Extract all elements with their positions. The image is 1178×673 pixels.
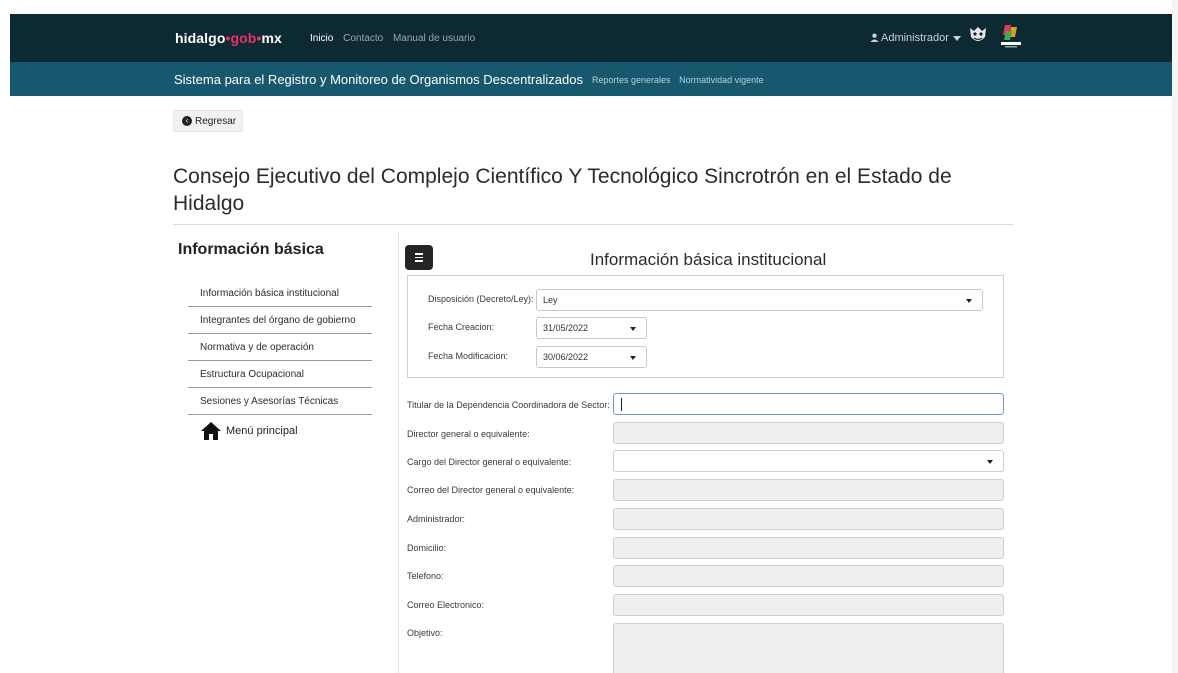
system-links: Reportes generales Normatividad vigente [592, 75, 770, 85]
text-cursor [621, 398, 622, 411]
brand-part-mx: mx [261, 30, 282, 46]
objetivo-textarea[interactable] [613, 623, 1004, 673]
chevron-down-icon [630, 327, 636, 331]
nav-manual[interactable]: Manual de usuario [393, 33, 475, 44]
domicilio-label: Domicilio: [407, 543, 447, 553]
sidebar-item-normativa[interactable]: Normativa y de operación [188, 334, 372, 361]
page-title: Consejo Ejecutivo del Complejo Científic… [173, 165, 952, 215]
correo-input[interactable] [613, 594, 1004, 616]
fecha-creacion-picker[interactable]: 31/05/2022 [536, 317, 647, 339]
hamburger-menu-button[interactable] [405, 245, 433, 270]
nav-inicio[interactable]: Inicio [310, 33, 333, 44]
sidebar-item-informacion-basica[interactable]: Información básica institucional [188, 280, 372, 307]
fecha-creacion-value: 31/05/2022 [543, 323, 589, 333]
hamburger-line [415, 253, 423, 255]
correo-director-input[interactable] [613, 479, 1004, 501]
hamburger-line [415, 256, 423, 259]
top-navbar: hidalgo•gob•mx Inicio Contacto Manual de… [10, 14, 1172, 62]
director-label: Director general o equivalente: [407, 429, 530, 439]
disposicion-select[interactable]: Ley [536, 289, 983, 311]
administrador-label: Administrador: [407, 514, 466, 524]
title-divider [173, 224, 1013, 225]
brand-part-hidalgo: hidalgo [175, 30, 226, 46]
administrador-input[interactable] [613, 508, 1004, 530]
chevron-down-icon [987, 460, 993, 464]
domicilio-input[interactable] [613, 537, 1004, 559]
column-divider [398, 233, 399, 673]
chevron-down-icon [966, 299, 972, 303]
system-bar: Sistema para el Registro y Monitoreo de … [10, 62, 1172, 96]
hidalgo-logo-icon [1001, 25, 1021, 48]
home-menu-link[interactable]: Menú principal [188, 421, 372, 441]
sidebar-item-estructura[interactable]: Estructura Ocupacional [188, 361, 372, 388]
user-icon [870, 33, 879, 42]
user-menu[interactable]: Administrador [870, 32, 961, 44]
disposicion-label: Disposición (Decreto/Ley): [428, 294, 534, 304]
cargo-select[interactable] [613, 450, 1004, 472]
objetivo-label: Objetivo: [407, 628, 443, 638]
correo-label: Correo Electronico: [407, 600, 485, 610]
sidebar-title: Información básica [178, 241, 324, 258]
nav-contacto[interactable]: Contacto [343, 33, 383, 44]
sidebar-menu: Información básica institucional Integra… [188, 280, 372, 441]
cargo-label: Cargo del Director general o equivalente… [407, 457, 572, 467]
fecha-modificacion-value: 30/06/2022 [543, 352, 589, 362]
chevron-down-icon [630, 356, 636, 360]
brand-part-gob: gob [230, 30, 257, 46]
link-reportes-generales[interactable]: Reportes generales [592, 75, 671, 85]
main-nav: Inicio Contacto Manual de usuario [310, 33, 482, 44]
form-title: Información básica institucional [590, 250, 827, 269]
hamburger-line [415, 260, 423, 262]
telefono-label: Telefono: [407, 571, 444, 581]
titular-input[interactable] [613, 393, 1004, 415]
back-button-label: Regresar [195, 115, 237, 127]
user-name: Administrador [881, 32, 949, 44]
chevron-down-icon [952, 35, 961, 41]
page-scrollbar[interactable] [1172, 0, 1178, 673]
director-input[interactable] [613, 422, 1004, 444]
home-icon [201, 422, 221, 440]
telefono-input[interactable] [613, 565, 1004, 587]
home-menu-label: Menú principal [226, 425, 298, 437]
back-button[interactable]: ‹ Regresar [173, 110, 243, 132]
fecha-creacion-label: Fecha Creacion: [428, 322, 495, 332]
correo-director-label: Correo del Director general o equivalent… [407, 485, 575, 495]
fecha-modificacion-label: Fecha Modificacion: [428, 351, 509, 361]
brand-logo[interactable]: hidalgo•gob•mx [175, 30, 282, 46]
fecha-modificacion-picker[interactable]: 30/06/2022 [536, 346, 647, 368]
link-normatividad-vigente[interactable]: Normatividad vigente [679, 75, 764, 85]
disposicion-value: Ley [543, 295, 558, 305]
system-title[interactable]: Sistema para el Registro y Monitoreo de … [174, 72, 583, 87]
state-emblem-icon [970, 27, 986, 41]
sidebar-item-organo-gobierno[interactable]: Integrantes del órgano de gobierno [188, 307, 372, 334]
arrow-left-circle-icon: ‹ [182, 116, 192, 126]
titular-label: Titular de la Dependencia Coordinadora d… [407, 400, 610, 410]
sidebar-item-sesiones[interactable]: Sesiones y Asesorías Técnicas [188, 388, 372, 415]
